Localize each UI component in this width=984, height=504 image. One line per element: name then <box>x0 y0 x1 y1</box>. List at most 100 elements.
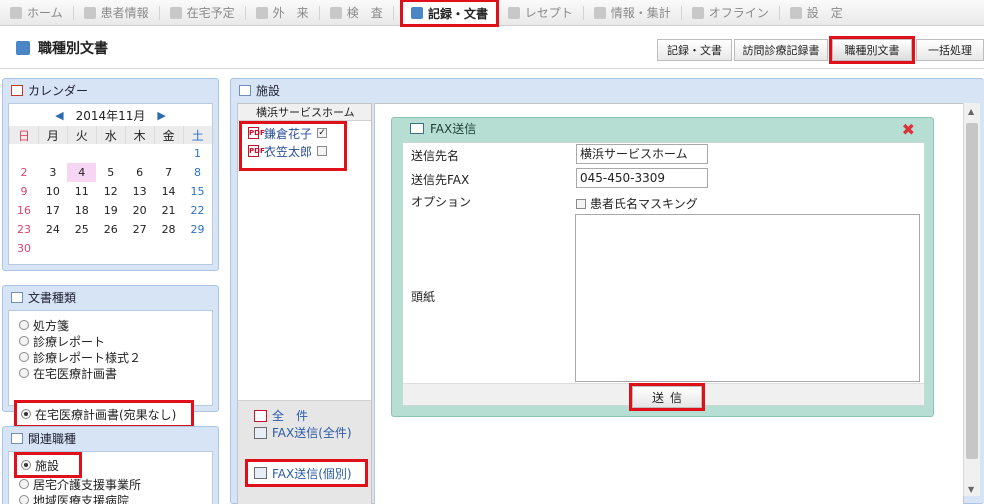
action-all[interactable]: 全 件 <box>238 407 371 424</box>
next-month-icon[interactable]: ▶ <box>157 109 165 122</box>
calendar-day[interactable]: 25 <box>67 220 96 239</box>
cover-sheet-textarea[interactable] <box>575 214 920 382</box>
calendar-day[interactable]: 1 <box>183 144 212 163</box>
calendar-day[interactable]: 7 <box>154 163 183 182</box>
vertical-scrollbar[interactable]: ▲ ▼ <box>963 103 980 496</box>
calendar-empty-cell <box>67 144 96 163</box>
facility-actions: 全 件 FAX送信(全件) 閲覧変更 FAX送信(個別) <box>238 400 371 504</box>
close-icon[interactable]: ✖ <box>902 120 915 139</box>
calendar-day[interactable]: 15 <box>183 182 212 201</box>
nav-settings[interactable]: 設 定 <box>780 0 853 26</box>
records-documents-button[interactable]: 記録・文書 <box>657 39 732 61</box>
home-visit-record-button[interactable]: 訪問診療記録書 <box>734 39 828 61</box>
calendar-day[interactable]: 3 <box>38 163 67 182</box>
related-option-selected[interactable]: 施設 <box>14 452 82 478</box>
patient-row[interactable]: PDF 衣笠太郎 <box>242 142 344 160</box>
doc-type-option[interactable]: 在宅医療計画書 <box>9 365 212 381</box>
nav-home-care-schedule[interactable]: 在宅予定 <box>160 0 245 26</box>
top-navigation: ホーム 患者情報 在宅予定 外 来 検 査 レセプト 情報・集計 オフライン 設… <box>0 0 984 27</box>
calendar-day[interactable]: 22 <box>183 201 212 220</box>
calendar-weekday: 木 <box>124 126 155 144</box>
calendar-day[interactable]: 26 <box>96 220 125 239</box>
calendar-day[interactable]: 8 <box>183 163 212 182</box>
nav-info-stats[interactable]: 情報・集計 <box>584 0 681 26</box>
calendar-day[interactable]: 2 <box>10 163 39 182</box>
doc-type-option[interactable]: 診療レポート <box>9 333 212 349</box>
calendar-day[interactable]: 18 <box>67 201 96 220</box>
facility-list-header: 横浜サービスホーム <box>238 104 371 121</box>
calendar-month-nav: ◀ 2014年11月 ▶ <box>9 104 212 126</box>
doc-type-option[interactable]: 処方箋 <box>9 317 212 333</box>
radio-icon <box>19 352 29 362</box>
calendar-weekday: 水 <box>95 126 126 144</box>
patient-row[interactable]: PDF 鎌倉花子 ✓ <box>242 124 344 142</box>
nav-offline[interactable]: オフライン <box>682 0 779 26</box>
nav-outpatient[interactable]: 外 来 <box>246 0 319 26</box>
doc-type-option-selected[interactable]: 在宅医療計画書(宛果なし) <box>14 400 194 428</box>
calendar-day[interactable]: 19 <box>96 201 125 220</box>
nav-home-care-schedule-label: 在宅予定 <box>186 6 235 20</box>
related-label: 居宅介護支援事業所 <box>33 477 142 492</box>
doc-type-label: 在宅医療計画書(宛果なし) <box>35 407 177 422</box>
calendar-day[interactable]: 23 <box>10 220 39 239</box>
related-option[interactable]: 居宅介護支援事業所 <box>9 476 212 492</box>
prev-month-icon[interactable]: ◀ <box>55 109 63 122</box>
recipient-name-input[interactable]: 横浜サービスホーム <box>576 144 708 164</box>
patient-checkbox[interactable] <box>317 146 328 156</box>
calendar-weekday: 金 <box>153 126 184 144</box>
scroll-thumb[interactable] <box>966 123 978 459</box>
doc-type-label: 診療レポート様式２ <box>33 350 142 365</box>
radio-icon <box>19 368 29 378</box>
radio-icon <box>19 479 29 489</box>
clock-icon <box>169 6 182 19</box>
calendar-day[interactable]: 24 <box>38 220 67 239</box>
document-type-panel: 文書種類 処方箋 診療レポート 診療レポート様式２ 在宅医療計画書 在宅医療計画… <box>2 285 219 428</box>
calendar-day[interactable]: 30 <box>10 239 39 258</box>
patient-checkbox-checked[interactable]: ✓ <box>317 128 328 138</box>
calendar-day[interactable]: 11 <box>67 182 96 201</box>
facility-panel-title: 施設 <box>256 83 281 98</box>
calendar-day[interactable]: 16 <box>10 201 39 220</box>
calendar-panel-header: カレンダー <box>3 79 218 101</box>
calendar-day[interactable]: 14 <box>154 182 183 201</box>
action-fax-individual[interactable]: FAX送信(個別) <box>245 459 368 487</box>
recipient-fax-input[interactable]: 045-450-3309 <box>576 168 708 188</box>
doc-type-option[interactable]: 診療レポート様式２ <box>9 349 212 365</box>
related-profession-panel: 関連職種 施設 居宅介護支援事業所 地域医療支援病院 <box>2 426 219 504</box>
fax-icon <box>254 426 267 439</box>
nav-patient-info[interactable]: 患者情報 <box>74 0 159 26</box>
scroll-down-icon[interactable]: ▼ <box>968 485 974 494</box>
related-option[interactable]: 地域医療支援病院 <box>9 492 212 504</box>
calendar-day[interactable]: 5 <box>96 163 125 182</box>
mask-patient-name-option[interactable]: 患者氏名マスキング <box>576 195 698 212</box>
calendar-day[interactable]: 17 <box>38 201 67 220</box>
action-spacer <box>238 441 371 458</box>
calendar-day[interactable]: 29 <box>183 220 212 239</box>
nav-receipt[interactable]: レセプト <box>494 0 583 26</box>
nav-exam[interactable]: 検 査 <box>320 0 393 26</box>
send-fax-button[interactable]: 送信 <box>629 383 705 411</box>
calendar-empty-cell <box>38 144 67 163</box>
calendar-day[interactable]: 21 <box>154 201 183 220</box>
calendar-day[interactable]: 20 <box>125 201 154 220</box>
calendar-day[interactable]: 28 <box>154 220 183 239</box>
calendar-day[interactable]: 10 <box>38 182 67 201</box>
mask-checkbox[interactable] <box>576 198 586 209</box>
scroll-up-icon[interactable]: ▲ <box>968 107 974 116</box>
calendar-day[interactable]: 12 <box>96 182 125 201</box>
pdf-icon: PDF <box>248 145 265 157</box>
calendar-day[interactable]: 13 <box>125 182 154 201</box>
calendar-day[interactable]: 4 <box>67 163 97 182</box>
radio-selected-icon <box>21 460 31 470</box>
calendar-day[interactable]: 27 <box>125 220 154 239</box>
action-fax-all[interactable]: FAX送信(全件) <box>238 424 371 441</box>
nav-records-documents[interactable]: 記録・文書 <box>399 0 500 27</box>
profession-documents-button[interactable]: 職種別文書 <box>829 36 915 64</box>
calendar-day[interactable]: 9 <box>10 182 39 201</box>
batch-processing-button[interactable]: 一括処理 <box>916 39 984 61</box>
nav-home[interactable]: ホーム <box>0 0 73 26</box>
document-icon <box>411 7 423 19</box>
nav-patient-info-label: 患者情報 <box>100 6 149 20</box>
radio-selected-icon <box>21 409 31 419</box>
calendar-day[interactable]: 6 <box>125 163 154 182</box>
